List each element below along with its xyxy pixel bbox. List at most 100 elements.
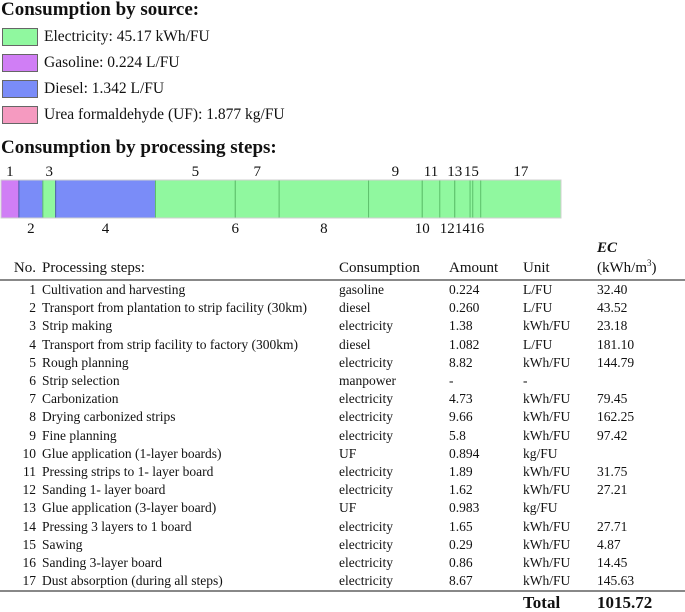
ec-unit: (kWh/m3)	[597, 258, 657, 276]
gasoline-swatch	[2, 54, 38, 72]
row-no: 11	[23, 463, 36, 479]
row-amount: 0.86	[449, 554, 473, 570]
row-step: Sawing	[42, 536, 83, 552]
row-step: Transport from plantation to strip facil…	[42, 300, 307, 316]
row-consumption: electricity	[339, 427, 393, 443]
row-unit: kWh/FU	[523, 318, 571, 334]
row-unit: L/FU	[523, 336, 553, 352]
row-ec	[597, 499, 685, 517]
legend-item-diesel: Diesel: 1.342 L/FU	[2, 76, 285, 102]
table-row: 10 Glue application (1-layer boards) UF 0.8…	[0, 445, 685, 463]
row-amount: 0.983	[449, 500, 480, 516]
row-amount: 0.29	[449, 536, 473, 552]
header-no: No.	[13, 260, 36, 276]
row-unit: kWh/FU	[523, 482, 571, 498]
table-header-row: No. Processing steps: Consumption Amount…	[0, 241, 685, 280]
electricity-swatch	[2, 28, 38, 46]
row-step: Glue application (3-layer board)	[42, 500, 217, 516]
row-no: 5	[29, 354, 36, 370]
row-amount: 1.082	[449, 336, 480, 352]
source-section-title: Consumption by source:	[1, 0, 200, 20]
bar-segment-step-12	[439, 180, 455, 218]
header-unit: Unit	[523, 260, 550, 276]
header-consumption: Consumption	[339, 260, 420, 276]
row-ec	[597, 372, 685, 390]
legend-item-gasoline: Gasoline: 0.224 L/FU	[2, 50, 285, 76]
row-amount: 9.66	[449, 409, 473, 425]
row-consumption: manpower	[339, 373, 396, 389]
legend-label: Diesel: 1.342 L/FU	[44, 80, 165, 97]
bar-segment-step-1	[1, 180, 19, 218]
bar-label-step-2: 2	[27, 221, 35, 237]
row-no: 17	[22, 573, 37, 589]
row-unit: -	[523, 373, 528, 389]
row-unit: L/FU	[523, 300, 553, 316]
bar-segment-step-4	[55, 180, 156, 218]
row-ec: 31.75	[597, 463, 628, 479]
bar-label-step-14: 14	[455, 221, 471, 237]
legend-item-uf: Urea formaldehyde (UF): 1.877 kg/FU	[2, 102, 285, 128]
row-unit: L/FU	[523, 282, 553, 298]
row-no: 10	[22, 445, 37, 461]
row-amount: 1.62	[449, 482, 473, 498]
table-row: 8 Drying carbonized strips electricity 9.66…	[0, 408, 685, 426]
ec-title: EC	[597, 240, 618, 256]
bar-label-step-17: 17	[513, 164, 529, 180]
row-step: Rough planning	[42, 354, 129, 370]
header-ec: EC (kWh/m3)	[597, 241, 685, 280]
row-no: 1	[29, 282, 36, 298]
bar-segment-step-3	[42, 180, 56, 218]
table-row: 1 Cultivation and harvesting gasoline 0.224…	[0, 280, 685, 299]
table-row: 3 Strip making electricity 1.38 kWh/FU 23.18	[0, 317, 685, 335]
bar-label-step-1: 1	[6, 164, 14, 180]
row-no: 13	[22, 500, 37, 516]
bar-label-step-5: 5	[192, 164, 200, 180]
row-step: Strip selection	[42, 373, 120, 389]
row-step: Pressing 3 layers to 1 board	[42, 518, 192, 534]
row-amount: 0.894	[449, 445, 480, 461]
row-unit: kWh/FU	[523, 573, 571, 589]
row-step: Carbonization	[42, 391, 119, 407]
row-no: 4	[29, 336, 36, 352]
bar-segment-step-7	[235, 180, 280, 218]
bar-segment-step-11	[422, 180, 440, 218]
row-no: 16	[22, 554, 37, 570]
row-unit: kWh/FU	[523, 554, 571, 570]
row-amount: 8.82	[449, 354, 473, 370]
row-consumption: diesel	[339, 336, 371, 352]
row-step: Drying carbonized strips	[42, 409, 176, 425]
row-ec: 144.79	[597, 354, 635, 370]
row-ec: 145.63	[597, 573, 635, 589]
row-consumption: electricity	[339, 318, 393, 334]
row-step: Pressing strips to 1- layer board	[42, 463, 214, 479]
row-no: 3	[29, 318, 36, 334]
bar-label-step-7: 7	[253, 164, 261, 180]
row-ec: 4.87	[597, 536, 621, 552]
legend-label: Electricity: 45.17 kWh/FU	[44, 28, 210, 45]
total-value: 1015.72	[597, 593, 653, 612]
row-amount: 5.8	[449, 427, 466, 443]
row-step: Sanding 3-layer board	[42, 554, 162, 570]
bar-segment-step-14	[454, 180, 471, 218]
row-consumption: electricity	[339, 409, 393, 425]
row-ec: 32.40	[597, 282, 628, 298]
row-step: Transport from strip facility to factory…	[42, 336, 298, 352]
legend-label: Urea formaldehyde (UF): 1.877 kg/FU	[44, 106, 285, 123]
row-consumption: electricity	[339, 463, 393, 479]
row-unit: kWh/FU	[523, 354, 571, 370]
row-consumption: electricity	[339, 554, 393, 570]
row-amount: 1.65	[449, 518, 473, 534]
table-row: 9 Fine planning electricity 5.8 kWh/FU 97.42	[0, 427, 685, 445]
bar-label-step-4: 4	[102, 221, 110, 237]
row-unit: kWh/FU	[523, 409, 571, 425]
row-ec: 97.42	[597, 427, 628, 443]
row-consumption: electricity	[339, 354, 393, 370]
row-ec: 27.21	[597, 482, 628, 498]
table-row: 7 Carbonization electricity 4.73 kWh/FU 79.45	[0, 390, 685, 408]
header-amount: Amount	[449, 260, 499, 276]
bar-segment-step-5	[155, 180, 236, 218]
row-unit: kWh/FU	[523, 463, 571, 479]
row-step: Dust absorption (during all steps)	[42, 573, 223, 589]
legend-item-electricity: Electricity: 45.17 kWh/FU	[2, 24, 285, 50]
table-row: 2 Transport from plantation to strip faci…	[0, 299, 685, 317]
